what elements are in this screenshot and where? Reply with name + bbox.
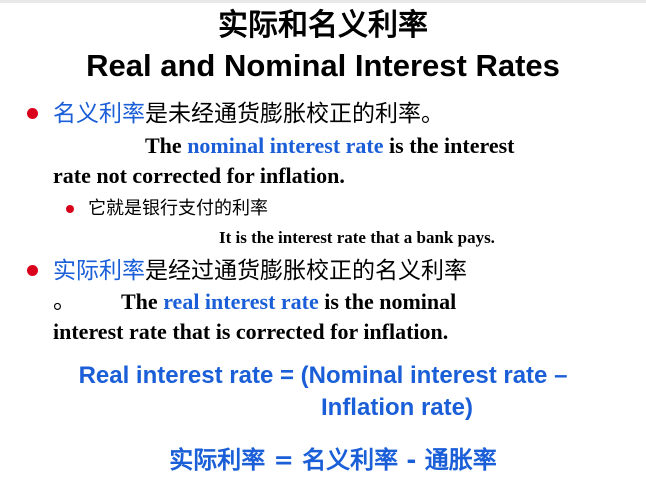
nominal-the: The [145,133,182,158]
bank-pays-cn: 它就是银行支付的利率 [88,198,268,219]
top-border [0,0,646,3]
real-definition-cn: 实际利率是经过通货膨胀校正的名义利率 [53,256,467,286]
real-definition-en-line2: interest rate that is corrected for infl… [53,319,449,344]
nominal-term-en: nominal interest rate [187,133,384,158]
real-period-cn: 。 [53,288,76,314]
title-english: Real and Nominal Interest Rates [86,48,560,83]
title-chinese: 实际和名义利率 [218,8,428,43]
nominal-rest-cn: 是未经通货膨胀校正的利率。 [145,101,444,127]
real-term-en: real interest rate [163,289,319,314]
real-rest-en: is the nominal [324,289,457,314]
bullet-dot [27,265,38,276]
real-the: The [121,289,158,314]
real-rest-cn: 是经过通货膨胀校正的名义利率 [145,258,467,284]
real-term-cn: 实际利率 [53,258,145,284]
nominal-definition-en-line2: rate not corrected for inflation. [53,163,345,188]
real-definition-en-line1: The real interest rate is the nominal [121,288,456,316]
formula-cn: 实际利率 = 名义利率 - 通胀率 [169,446,497,474]
nominal-term-cn: 名义利率 [53,101,145,127]
bullet-dot [27,108,38,119]
nominal-definition-cn: 名义利率是未经通货膨胀校正的利率。 [53,99,444,129]
sub-bullet-dot [66,205,74,213]
nominal-rest-en: is the interest [389,133,515,158]
bank-pays-en: It is the interest rate that a bank pays… [219,228,495,247]
formula-en-line2: Inflation rate) [320,394,473,421]
formula-en-line1: Real interest rate = (Nominal interest r… [78,362,568,389]
nominal-definition-en-line1: The nominal interest rate is the interes… [145,132,515,160]
